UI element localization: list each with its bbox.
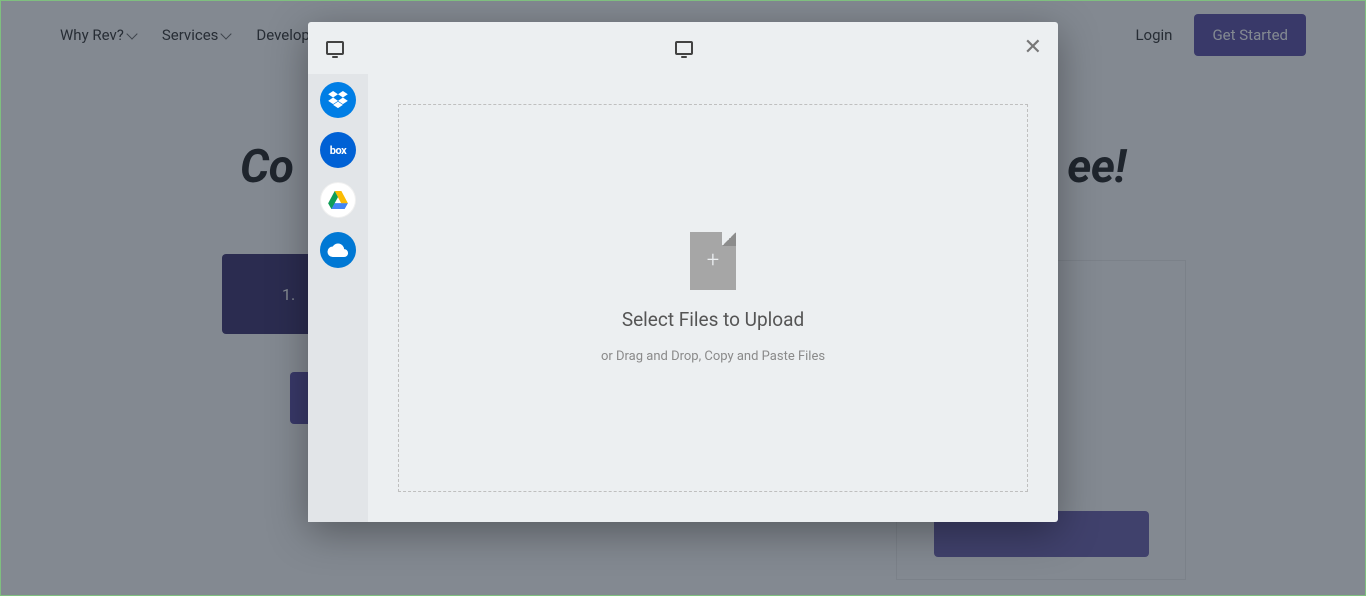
source-onedrive-button[interactable] (320, 232, 356, 268)
modal-header: ✕ (308, 22, 1058, 74)
file-plus-icon: + (690, 232, 736, 290)
file-picker-modal: ✕ box (308, 22, 1058, 522)
gdrive-icon (328, 191, 348, 209)
onedrive-icon (327, 243, 349, 257)
source-local-tab[interactable] (326, 41, 344, 55)
file-dropzone[interactable]: + Select Files to Upload or Drag and Dro… (398, 104, 1028, 492)
dropzone-container: + Select Files to Upload or Drag and Dro… (368, 74, 1058, 522)
source-dropbox-button[interactable] (320, 82, 356, 118)
dropbox-icon (328, 91, 348, 109)
monitor-icon (675, 41, 693, 55)
source-box-button[interactable]: box (320, 132, 356, 168)
source-rail: box (308, 74, 368, 522)
box-icon: box (330, 144, 346, 157)
source-gdrive-button[interactable] (320, 182, 356, 218)
modal-body: box (308, 74, 1058, 522)
close-icon[interactable]: ✕ (1024, 37, 1042, 59)
dropzone-title: Select Files to Upload (622, 308, 804, 331)
dropzone-subtitle: or Drag and Drop, Copy and Paste Files (601, 349, 825, 364)
plus-icon: + (707, 250, 719, 272)
monitor-icon (326, 41, 344, 55)
modal-header-center (344, 41, 1024, 55)
